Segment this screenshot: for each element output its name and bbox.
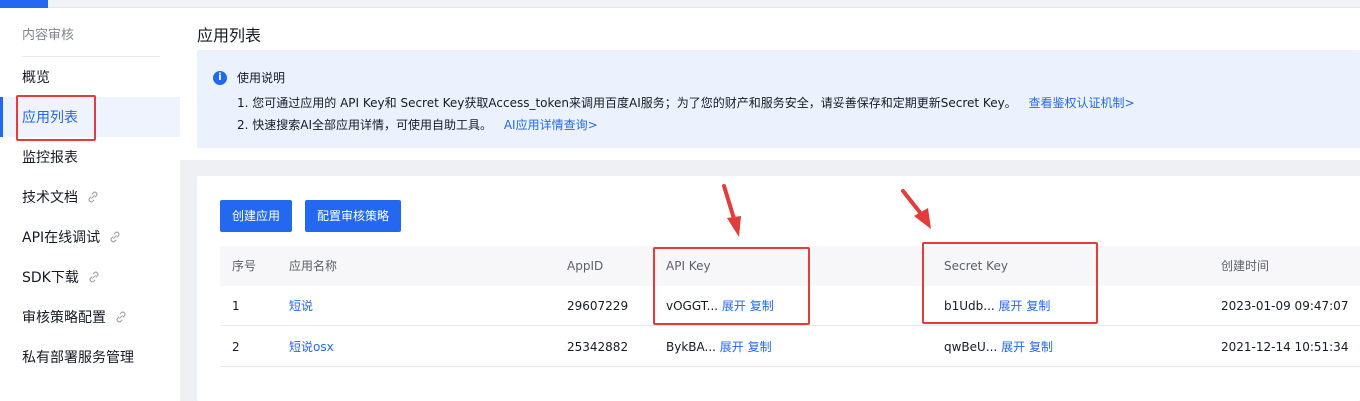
sidebar-item-monitor-report[interactable]: 监控报表 — [0, 137, 180, 177]
header-secret-key: Secret Key — [944, 259, 1008, 273]
cell-appid: 29607229 — [567, 299, 629, 313]
cell-secret-key: qwBeU... 展开 复制 — [944, 327, 1053, 367]
cell-secret-key: b1Udb... 展开 复制 — [944, 286, 1050, 326]
cell-api-key: vOGGT... 展开 复制 — [666, 286, 774, 326]
api-key-value: vOGGT... — [666, 299, 719, 313]
sidebar-item-label: 技术文档 — [22, 190, 78, 206]
ai-app-query-link[interactable]: AI应用详情查询> — [504, 118, 598, 132]
sidebar-section-title: 内容审核 — [22, 28, 75, 43]
header-index: 序号 — [232, 259, 257, 273]
top-bar — [0, 0, 1360, 8]
sidebar-item-private-deploy[interactable]: 私有部署服务管理 — [0, 337, 180, 377]
copy-secret-key-button[interactable]: 复制 — [1029, 340, 1053, 354]
sidebar-item-label: 应用列表 — [22, 110, 78, 126]
secret-key-value: qwBeU... — [944, 340, 998, 354]
table-row: 1 短说 29607229 vOGGT... 展开 复制 b1Udb... 展开… — [220, 286, 1360, 326]
table-row: 2 短说osx 25342882 BykBA... 展开 复制 qwBeU...… — [220, 327, 1360, 367]
copy-api-key-button[interactable]: 复制 — [748, 340, 772, 354]
cell-appid: 25342882 — [567, 340, 629, 354]
expand-secret-key-button[interactable]: 展开 — [1001, 340, 1025, 354]
external-link-icon — [110, 231, 120, 243]
sidebar-item-label: 监控报表 — [22, 150, 78, 166]
notice-line-1: 1. 您可通过应用的 API Key和 Secret Key获取Access_t… — [237, 94, 1135, 111]
cell-index: 1 — [232, 299, 240, 313]
sidebar-item-sdk-download[interactable]: SDK下载 — [0, 257, 180, 297]
sidebar: 内容审核 概览 应用列表 监控报表 技术文档 API在线调试 SDK下载 审核策… — [0, 8, 180, 401]
cell-index: 2 — [232, 340, 240, 354]
app-name-link[interactable]: 短说osx — [289, 340, 334, 354]
table-header: 序号 应用名称 AppID API Key Secret Key 创建时间 — [220, 246, 1360, 286]
external-link-icon — [88, 191, 98, 203]
usage-notice: i 使用说明 1. 您可通过应用的 API Key和 Secret Key获取A… — [197, 50, 1360, 148]
expand-api-key-button[interactable]: 展开 — [722, 299, 746, 313]
info-icon: i — [213, 71, 227, 85]
external-link-icon — [89, 271, 99, 283]
sidebar-item-label: 私有部署服务管理 — [22, 350, 134, 366]
cell-created-time: 2021-12-14 10:51:34 — [1221, 340, 1349, 354]
api-key-value: BykBA... — [666, 340, 716, 354]
create-app-button[interactable]: 创建应用 — [220, 200, 293, 232]
cell-created-time: 2023-01-09 09:47:07 — [1221, 299, 1349, 313]
external-link-icon — [116, 311, 126, 323]
app-name-link[interactable]: 短说 — [289, 299, 313, 313]
app-list-card: 创建应用 配置审核策略 序号 应用名称 AppID API Key Secret… — [197, 176, 1360, 401]
notice-title: 使用说明 — [237, 71, 286, 85]
config-policy-button[interactable]: 配置审核策略 — [305, 200, 402, 232]
notice-line-1-text: 1. 您可通过应用的 API Key和 Secret Key获取Access_t… — [237, 96, 1017, 110]
sidebar-item-label: API在线调试 — [22, 230, 101, 246]
sidebar-item-label: SDK下载 — [22, 270, 79, 286]
header-app-name: 应用名称 — [289, 259, 338, 273]
expand-secret-key-button[interactable]: 展开 — [999, 299, 1023, 313]
expand-api-key-button[interactable]: 展开 — [720, 340, 744, 354]
sidebar-item-tech-docs[interactable]: 技术文档 — [0, 177, 180, 217]
auth-mechanism-link[interactable]: 查看鉴权认证机制> — [1029, 96, 1135, 110]
sidebar-item-label: 审核策略配置 — [22, 310, 106, 326]
cell-api-key: BykBA... 展开 复制 — [666, 327, 772, 367]
notice-line-2-text: 2. 快速搜索AI全部应用详情，可使用自助工具。 — [237, 118, 493, 132]
top-bar-accent — [0, 0, 48, 8]
sidebar-item-label: 概览 — [22, 70, 50, 86]
secret-key-value: b1Udb... — [944, 299, 995, 313]
page-title: 应用列表 — [197, 26, 262, 45]
header-api-key: API Key — [666, 259, 711, 273]
header-created-time: 创建时间 — [1221, 259, 1270, 273]
header-appid: AppID — [567, 259, 604, 273]
sidebar-item-api-debug[interactable]: API在线调试 — [0, 217, 180, 257]
sidebar-item-overview[interactable]: 概览 — [0, 57, 180, 97]
copy-api-key-button[interactable]: 复制 — [750, 299, 774, 313]
notice-line-2: 2. 快速搜索AI全部应用详情，可使用自助工具。 AI应用详情查询> — [237, 116, 598, 133]
sidebar-item-policy-config[interactable]: 审核策略配置 — [0, 297, 180, 337]
copy-secret-key-button[interactable]: 复制 — [1026, 299, 1050, 313]
sidebar-item-app-list[interactable]: 应用列表 — [0, 97, 180, 137]
main-content: 应用列表 i 使用说明 1. 您可通过应用的 API Key和 Secret K… — [180, 8, 1360, 401]
